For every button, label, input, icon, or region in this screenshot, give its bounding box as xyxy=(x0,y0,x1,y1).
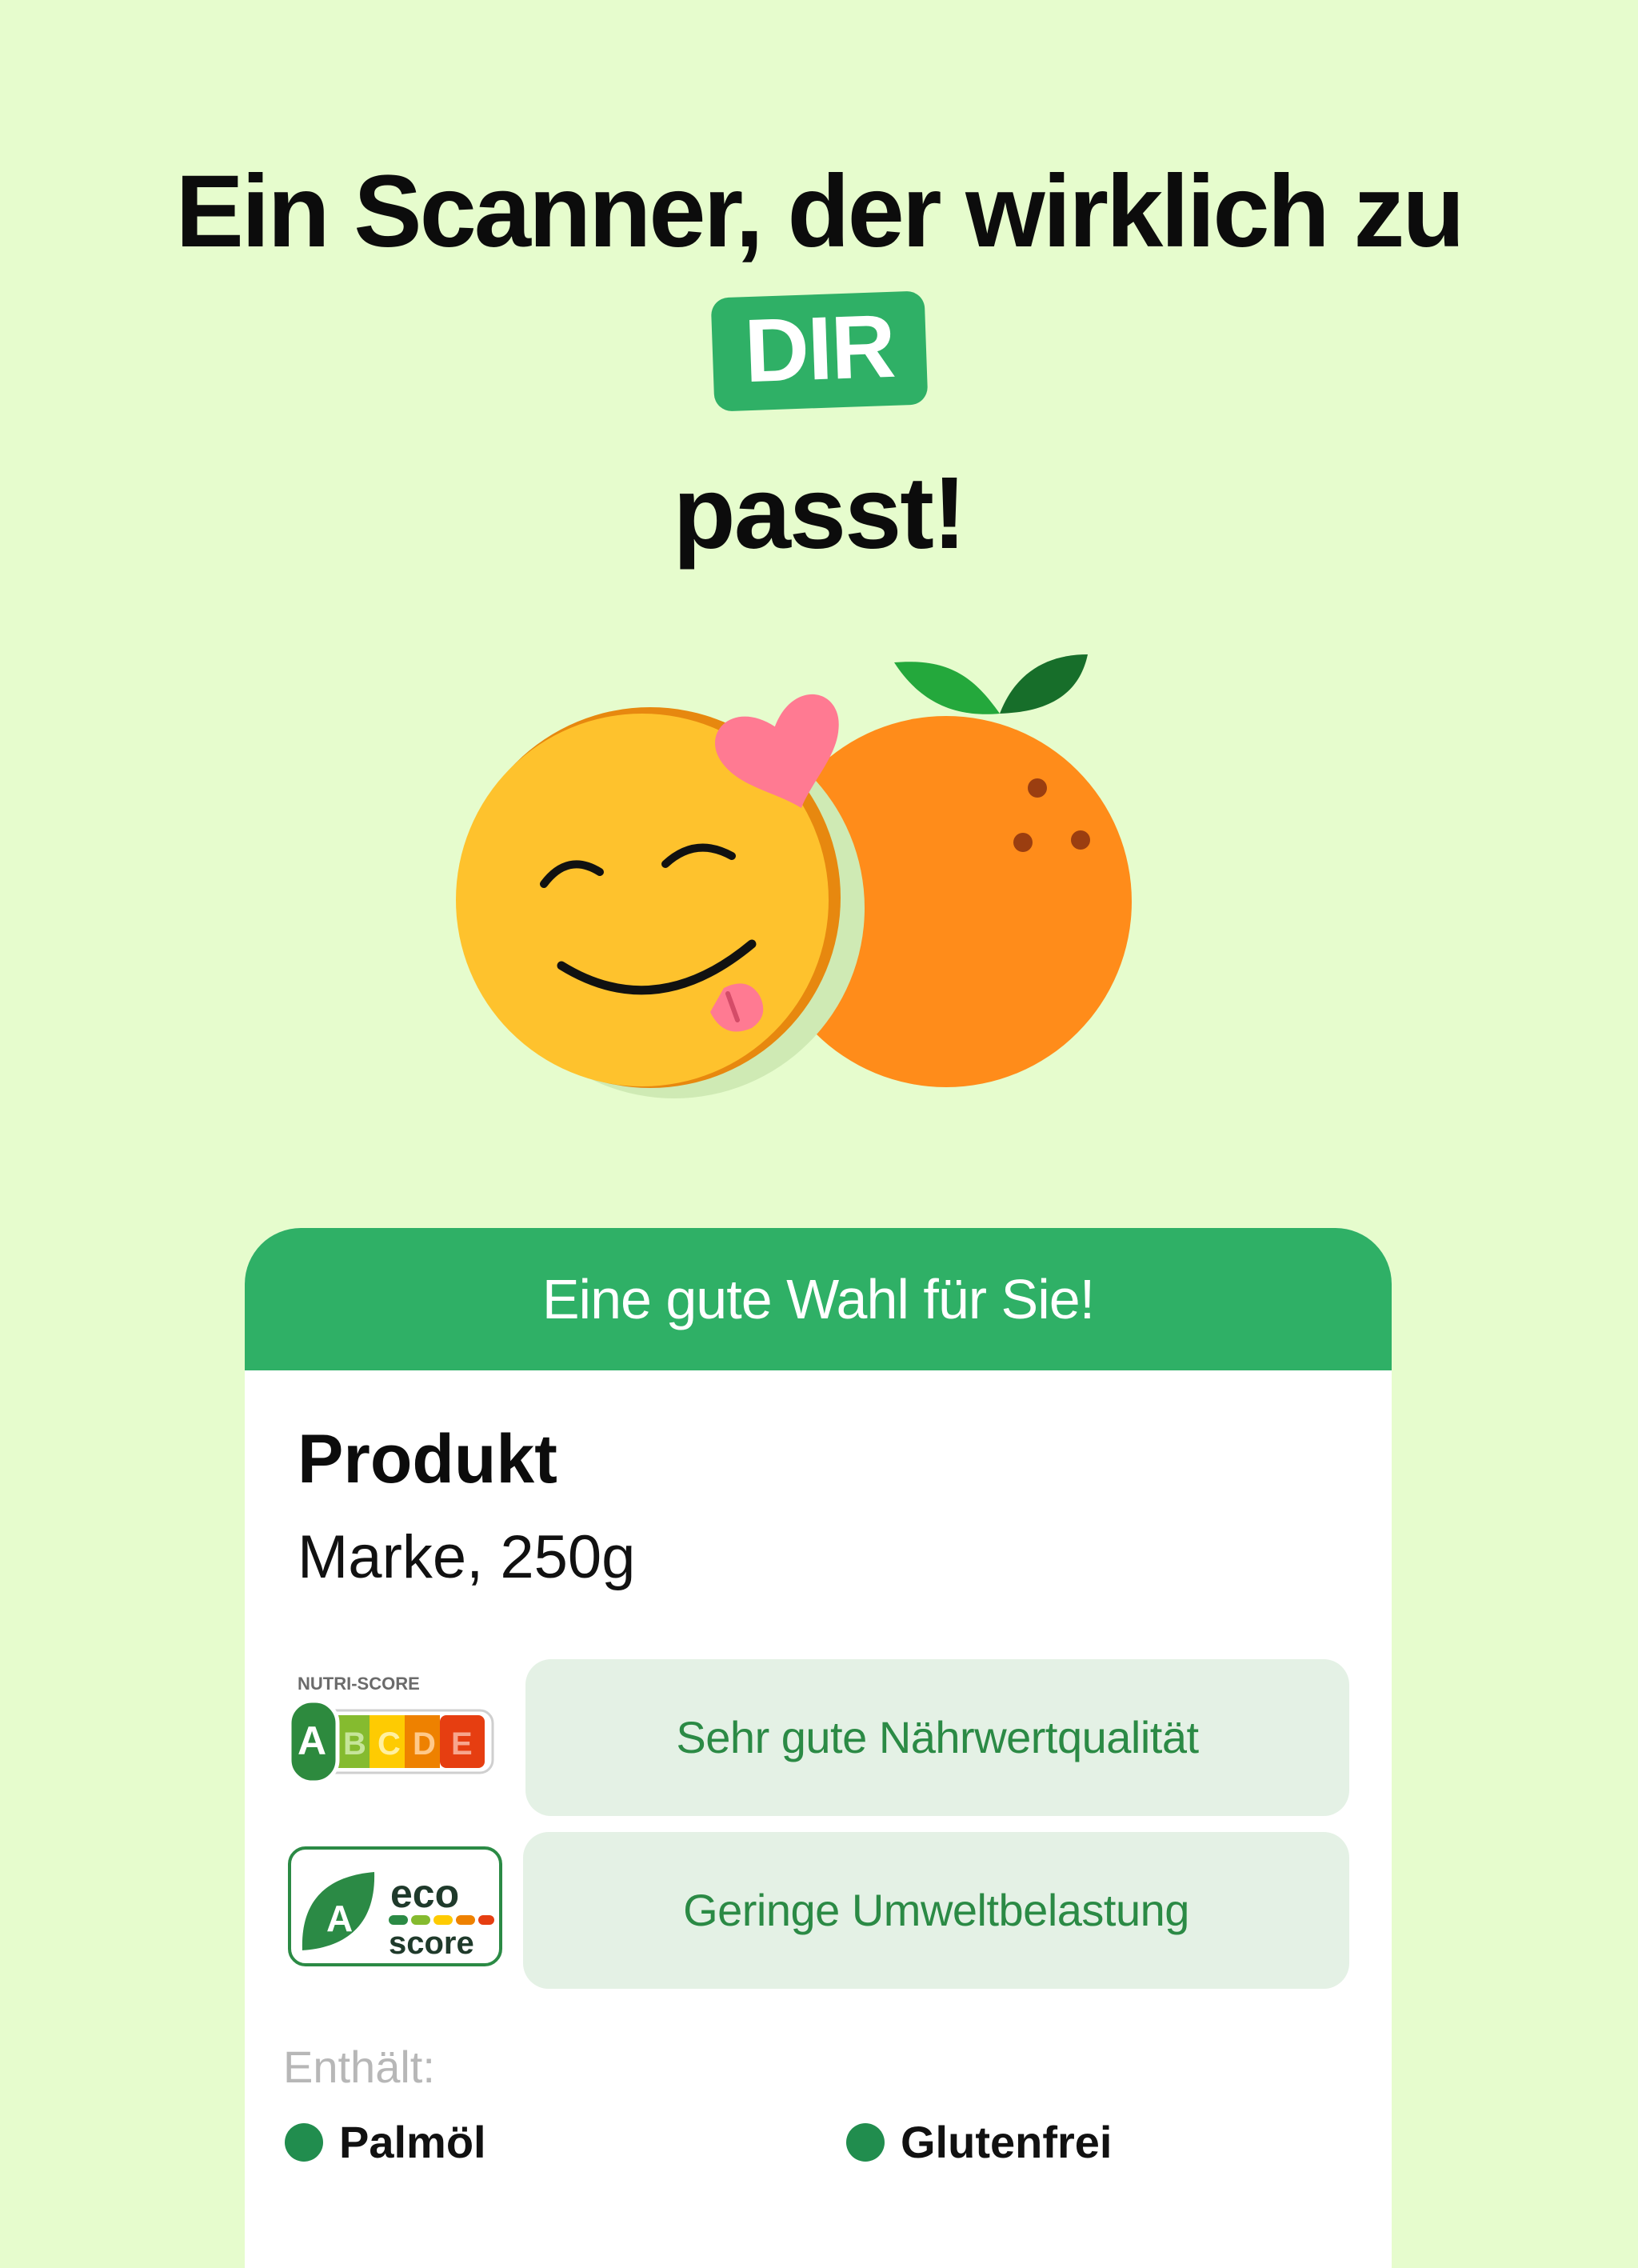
nutri-score-label: Sehr gute Nährwertqualität xyxy=(525,1659,1349,1816)
eco-grade: A xyxy=(326,1898,353,1939)
nutri-score-title: NUTRI-SCORE xyxy=(298,1674,420,1694)
grade-d: D xyxy=(413,1726,436,1762)
contains-label: Enthält: xyxy=(283,2042,435,2092)
headline-highlight-wrapper: DIR xyxy=(0,290,1638,412)
score-word: score xyxy=(389,1926,474,1961)
headline-line2: passt! xyxy=(673,456,967,570)
headline-line1: Ein Scanner, der wirklich zu xyxy=(175,154,1465,269)
grade-b: B xyxy=(343,1726,366,1762)
product-name: Produkt xyxy=(298,1421,557,1498)
product-details: Marke, 250g xyxy=(298,1523,636,1591)
tag-dot-icon xyxy=(285,2123,323,2162)
eco-score-row: A eco score Geringe Umweltbelastung xyxy=(245,1832,1392,1989)
product-result-card[interactable]: Eine gute Wahl für Sie! Produkt Marke, 2… xyxy=(245,1228,1392,2268)
tag-dot-icon xyxy=(846,2123,885,2162)
eco-score-badge-icon: A eco score xyxy=(288,1846,502,1966)
tag-label: Glutenfrei xyxy=(901,2117,1113,2167)
eco-word: eco xyxy=(390,1871,459,1916)
nutri-score-row: NUTRI-SCORE B C D E A Sehr gute Nährwert… xyxy=(245,1659,1392,1816)
grade-a: A xyxy=(298,1718,326,1763)
eco-score-label: Geringe Umweltbelastung xyxy=(523,1832,1349,1989)
nutri-score-badge-icon: NUTRI-SCORE B C D E A xyxy=(287,1674,494,1785)
tag-label: Palmöl xyxy=(339,2117,486,2167)
tag-palmoel: Palmöl xyxy=(285,2116,486,2168)
mascot-illustration xyxy=(456,654,1132,1098)
headline-highlight-badge: DIR xyxy=(710,290,928,412)
card-header: Eine gute Wahl für Sie! xyxy=(245,1228,1392,1370)
grade-e: E xyxy=(451,1726,473,1762)
grade-c: C xyxy=(378,1726,401,1762)
tag-glutenfrei: Glutenfrei xyxy=(846,2116,1112,2168)
